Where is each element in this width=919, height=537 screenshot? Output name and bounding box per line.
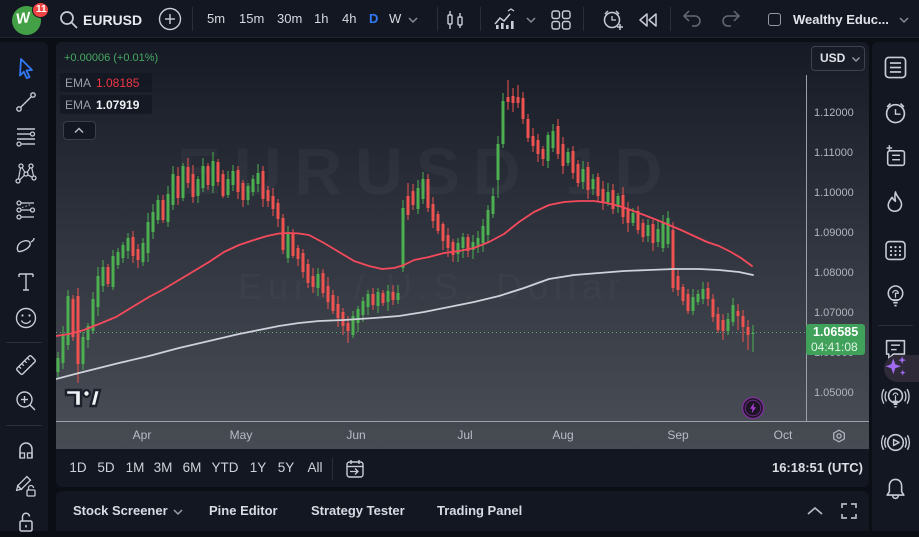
svg-text:EURUSD 1D: EURUSD 1D [177,134,675,208]
svg-text:Euro / U.S. Dollar: Euro / U.S. Dollar [238,266,626,307]
